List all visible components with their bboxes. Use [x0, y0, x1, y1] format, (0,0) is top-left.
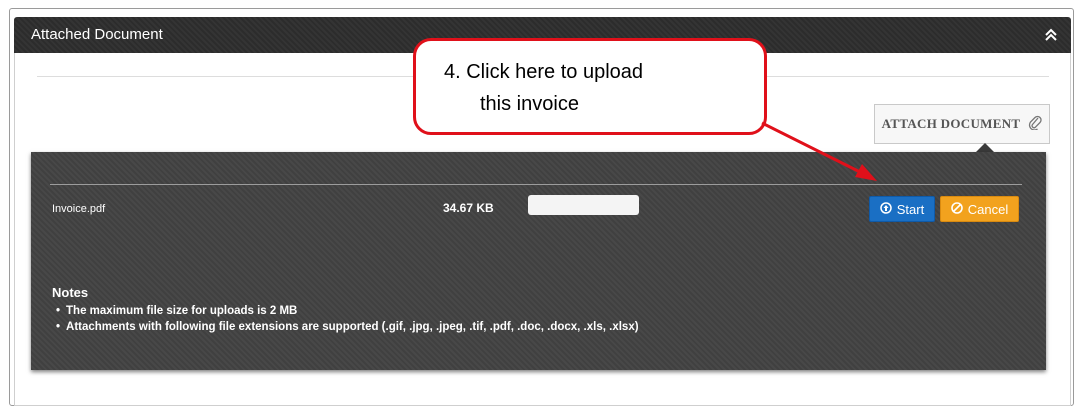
notes-item: The maximum file size for uploads is 2 M… — [56, 303, 639, 319]
collapse-chevrons-icon[interactable] — [1043, 27, 1059, 43]
upload-progress-bar — [528, 195, 639, 215]
file-name: Invoice.pdf — [52, 203, 106, 215]
notes-title: Notes — [52, 285, 89, 300]
panel-title: Attached Document — [31, 26, 163, 43]
cancel-label: Cancel — [967, 201, 1009, 217]
attach-document-label: ATTACH DOCUMENT — [881, 116, 1021, 131]
ban-icon — [950, 201, 963, 217]
circle-arrow-up-icon — [880, 201, 892, 217]
cancel-button[interactable]: Cancel — [940, 196, 1019, 222]
callout-line-2: this invoice — [480, 93, 579, 115]
notes-item: Attachments with following file extensio… — [56, 319, 639, 335]
paperclip-icon — [1028, 114, 1043, 134]
start-button[interactable]: Start — [869, 196, 935, 222]
file-size: 34.67 KB — [443, 201, 494, 215]
notes-list: The maximum file size for uploads is 2 M… — [56, 303, 639, 335]
attach-document-button[interactable]: ATTACH DOCUMENT — [874, 104, 1050, 144]
callout-line-1: 4. Click here to upload — [444, 61, 644, 83]
upload-divider — [50, 184, 1022, 185]
instruction-callout: 4. Click here to upload this invoice — [413, 38, 767, 135]
start-label: Start — [896, 201, 925, 217]
dropdown-caret — [976, 143, 994, 152]
